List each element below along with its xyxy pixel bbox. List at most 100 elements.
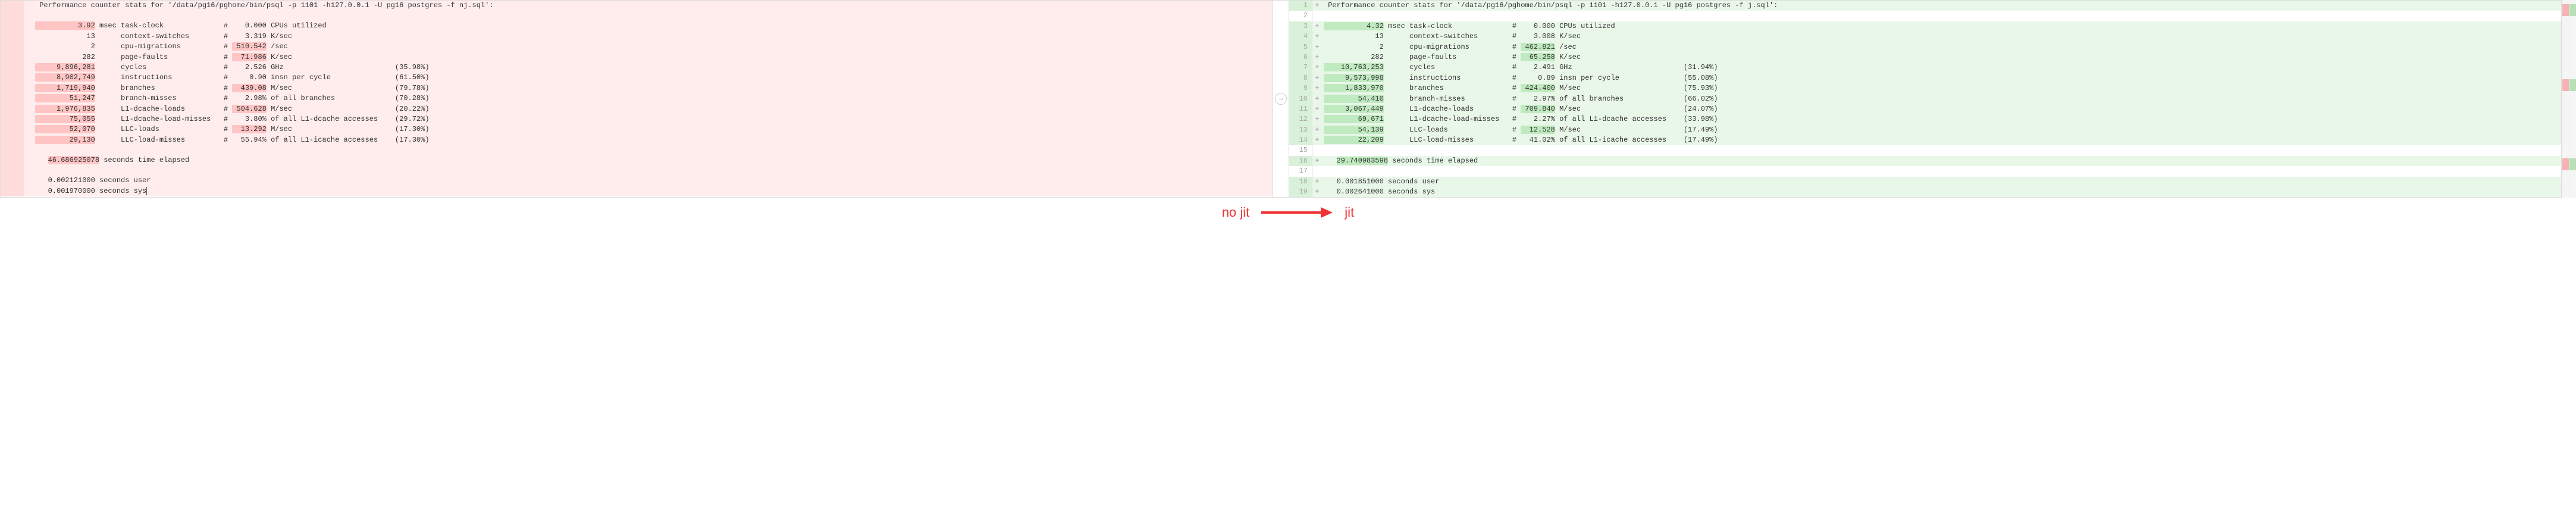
diff-marker: + xyxy=(1313,1,1321,11)
perf-counter-row: 6+ 282 page-faults # 65.258 K/sec xyxy=(1289,52,2561,63)
diff-marker xyxy=(24,11,33,21)
line-content: 54,410 branch-misses # 2.97% of all bran… xyxy=(1321,94,2561,104)
line-content: 69,671 L1-dcache-load-misses # 2.27% of … xyxy=(1321,114,2561,124)
perf-counter-row: 13 context-switches # 3.319 K/sec xyxy=(1,32,1273,42)
perf-counter-row: 3+ 4.32 msec task-clock # 0.000 CPUs uti… xyxy=(1289,21,2561,32)
line-number xyxy=(1,104,24,114)
diff-move-right-button[interactable]: → xyxy=(1275,93,1287,105)
line-content: 0.001851000 seconds user xyxy=(1321,177,2561,187)
diff-marker xyxy=(1313,145,1321,155)
line-number xyxy=(1,186,24,196)
line-number: 9 xyxy=(1289,83,1313,93)
diff-marker: + xyxy=(1313,187,1321,197)
diff-marker xyxy=(24,114,33,124)
line-content: 282 page-faults # 65.258 K/sec xyxy=(1321,52,2561,63)
perf-counter-row: 12+ 69,671 L1-dcache-load-misses # 2.27%… xyxy=(1289,114,2561,124)
line-content: 75,055 L1-dcache-load-misses # 3.80% of … xyxy=(33,114,1273,124)
line-number: 1 xyxy=(1289,1,1313,11)
perf-counter-row: 9,896,281 cycles # 2.526 GHz (35.98%) xyxy=(1,63,1273,73)
line-content: 282 page-faults # 71.986 K/sec xyxy=(33,52,1273,63)
annotation-row: no jit jit xyxy=(0,204,2576,221)
diff-marker: + xyxy=(1313,73,1321,83)
line-number: 19 xyxy=(1289,187,1313,197)
diff-marker xyxy=(1313,11,1321,21)
line-number xyxy=(1,176,24,186)
perf-counter-row: 29,130 LLC-load-misses # 55.94% of all L… xyxy=(1,135,1273,145)
perf-counter-row: 11+ 3,067,449 L1-dcache-loads # 709.840 … xyxy=(1289,104,2561,114)
diff-marker xyxy=(24,1,33,11)
diff-marker: + xyxy=(1313,32,1321,42)
line-content: 0.002641000 seconds sys xyxy=(1321,187,2561,197)
diff-marker: + xyxy=(1313,42,1321,52)
perf-counter-row: 2 cpu-migrations # 510.542 /sec xyxy=(1,42,1273,52)
diff-marker: + xyxy=(1313,135,1321,145)
line-number xyxy=(1,124,24,135)
diff-marker: + xyxy=(1313,114,1321,124)
line-content: 9,573,998 instructions # 0.89 insn per c… xyxy=(1321,73,2561,83)
diff-center-gutter: → xyxy=(1273,0,1289,198)
diff-marker xyxy=(24,93,33,104)
perf-counter-row: 9+ 1,833,970 branches # 424.400 M/sec (7… xyxy=(1289,83,2561,93)
perf-counter-row: 3.92 msec task-clock # 0.000 CPUs utiliz… xyxy=(1,21,1273,31)
line-content: 0.002121000 seconds user xyxy=(33,176,1273,186)
diff-marker: + xyxy=(1313,156,1321,166)
perf-header-line: Performance counter stats for '/data/pg1… xyxy=(1,1,1273,11)
line-number: 11 xyxy=(1289,104,1313,114)
perf-counter-row: 52,070 LLC-loads # 13.292 M/sec (17.30%) xyxy=(1,124,1273,135)
perf-counter-row: 8+ 9,573,998 instructions # 0.89 insn pe… xyxy=(1289,73,2561,83)
diff-marker xyxy=(24,52,33,63)
code-line xyxy=(1,165,1273,176)
line-content xyxy=(33,145,1273,155)
line-content: Performance counter stats for '/data/pg1… xyxy=(1321,1,2561,11)
line-content: 46.686925078 seconds time elapsed xyxy=(33,155,1273,165)
diff-marker: + xyxy=(1313,63,1321,73)
code-line xyxy=(1,145,1273,155)
line-number: 4 xyxy=(1289,32,1313,42)
right-minimap[interactable] xyxy=(2569,0,2576,198)
line-number xyxy=(1,155,24,165)
diff-marker xyxy=(24,73,33,83)
diff-marker: + xyxy=(1313,177,1321,187)
diff-marker: + xyxy=(1313,52,1321,63)
sys-time-line: 19+ 0.002641000 seconds sys xyxy=(1289,187,2561,197)
line-content: 51,247 branch-misses # 2.98% of all bran… xyxy=(33,93,1273,104)
line-number: 2 xyxy=(1289,11,1313,21)
line-number xyxy=(1,145,24,155)
diff-marker xyxy=(24,135,33,145)
diff-marker xyxy=(24,32,33,42)
line-content: 9,896,281 cycles # 2.526 GHz (35.98%) xyxy=(33,63,1273,73)
elapsed-line: 46.686925078 seconds time elapsed xyxy=(1,155,1273,165)
perf-header-line: 1+ Performance counter stats for '/data/… xyxy=(1289,1,2561,11)
code-line: 17 xyxy=(1289,166,2561,176)
perf-counter-row: 8,902,749 instructions # 0.90 insn per c… xyxy=(1,73,1273,83)
line-number xyxy=(1,73,24,83)
line-content: 2 cpu-migrations # 462.821 /sec xyxy=(1321,42,2561,52)
line-number xyxy=(1,114,24,124)
perf-counter-row: 7+ 10,763,253 cycles # 2.491 GHz (31.94%… xyxy=(1289,63,2561,73)
line-content: 10,763,253 cycles # 2.491 GHz (31.94%) xyxy=(1321,63,2561,73)
user-time-line: 0.002121000 seconds user xyxy=(1,176,1273,186)
line-number: 5 xyxy=(1289,42,1313,52)
line-number: 12 xyxy=(1289,114,1313,124)
diff-marker xyxy=(24,176,33,186)
perf-counter-row: 282 page-faults # 71.986 K/sec xyxy=(1,52,1273,63)
diff-marker: + xyxy=(1313,83,1321,93)
line-number: 13 xyxy=(1289,125,1313,135)
diff-view: Performance counter stats for '/data/pg1… xyxy=(0,0,2576,198)
line-content: 8,902,749 instructions # 0.90 insn per c… xyxy=(33,73,1273,83)
line-number xyxy=(1,135,24,145)
line-number xyxy=(1,83,24,93)
diff-marker: + xyxy=(1313,94,1321,104)
line-number xyxy=(1,42,24,52)
left-minimap[interactable] xyxy=(2562,0,2569,198)
diff-marker xyxy=(24,186,33,196)
line-number: 16 xyxy=(1289,156,1313,166)
sys-time-line: 0.001970000 seconds sys xyxy=(1,186,1273,196)
code-line xyxy=(1,11,1273,21)
elapsed-line: 16+ 29.740983598 seconds time elapsed xyxy=(1289,156,2561,166)
diff-marker xyxy=(24,155,33,165)
line-number xyxy=(1,1,24,11)
diff-marker xyxy=(24,63,33,73)
left-pane: Performance counter stats for '/data/pg1… xyxy=(0,0,1273,198)
line-number: 17 xyxy=(1289,166,1313,176)
